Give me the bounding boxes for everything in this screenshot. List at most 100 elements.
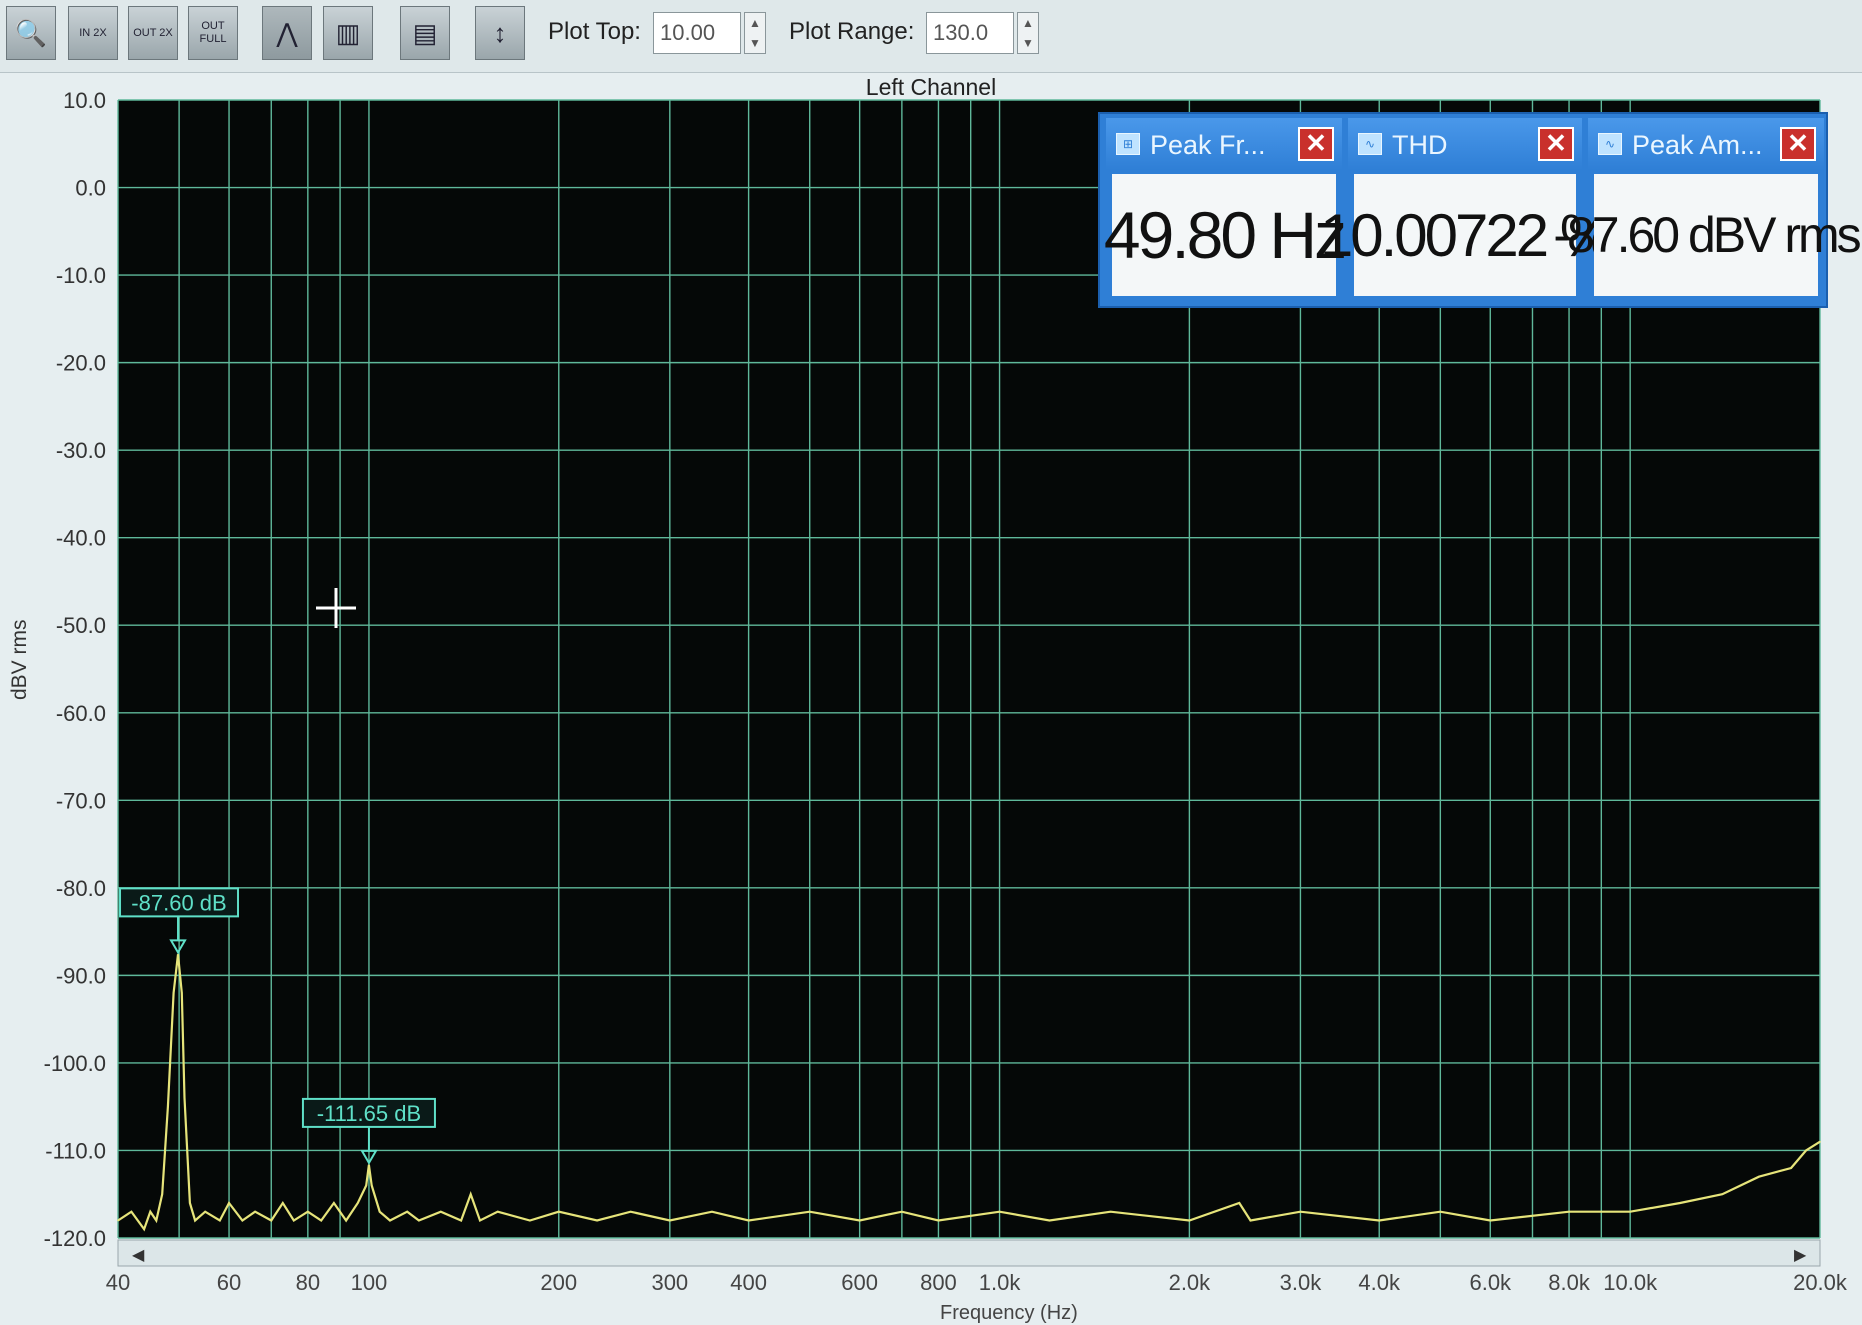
meter-header: ∿ Peak Am... ✕ [1588,118,1824,170]
x-tick-label: 2.0k [1169,1270,1212,1295]
x-tick-label: 40 [106,1270,130,1295]
trace-point [1805,1149,1807,1152]
y-tick-label: -120.0 [44,1226,106,1251]
trace-point [365,1184,367,1187]
horizontal-scrollbar[interactable] [117,1239,1821,1267]
scroll-left-icon[interactable]: ◀ [132,1247,145,1264]
trace-point [669,1219,671,1222]
meter-icon: ∿ [1598,133,1622,155]
x-tick-label: 8.0k [1548,1270,1591,1295]
trace-point [998,1210,1001,1213]
trace-point [292,1219,295,1222]
x-tick-label: 3.0k [1280,1270,1323,1295]
y-tick-label: 0.0 [75,176,106,201]
trace-point [1048,1219,1051,1222]
trace-point [307,1210,309,1213]
meter-title: THD [1392,130,1448,160]
meter-value: 49.80 Hz [1104,174,1347,296]
trace-point [1758,1175,1760,1178]
meter-icon: ∿ [1358,133,1382,155]
trace-point [149,1210,152,1213]
trace-point [117,1219,119,1222]
peak-label: -87.60 dB [131,890,226,915]
trace-point [167,1105,169,1108]
close-icon[interactable]: ✕ [1538,127,1574,161]
y-tick-label: -50.0 [56,613,106,638]
trace-point [194,1219,196,1222]
meter-header: ∿ THD ✕ [1348,118,1582,170]
y-tick-label: -10.0 [56,263,106,288]
trace-point [378,1210,381,1213]
trace-point [1629,1210,1631,1213]
meter-icon: ⊞ [1116,133,1140,155]
trace-point [161,1193,163,1196]
trace-point [1249,1219,1252,1222]
meter-value: -87.60 dBV rms [1553,174,1862,296]
trace-point [1489,1219,1492,1222]
trace-point [418,1219,420,1222]
x-tick-label: 400 [730,1270,767,1295]
trace-point [1721,1193,1724,1196]
meter-peak-amplitude[interactable]: ∿ Peak Am... ✕ -87.60 dBV rms [1553,118,1862,304]
y-tick-label: 10.0 [63,88,106,113]
x-tick-label: 80 [296,1270,320,1295]
trace-point [496,1210,499,1213]
y-tick-label: -40.0 [56,526,106,551]
trace-point [1188,1219,1191,1222]
trace-point [629,1210,632,1213]
measurement-panel: ⊞ Peak Fr... ✕ 49.80 Hz ∿ THD ✕ 10.00722… [1098,112,1862,308]
peak-label: -111.65 dB [317,1101,421,1126]
trace-point [189,1202,191,1204]
trace-point [130,1210,133,1213]
x-tick-label: 300 [651,1270,688,1295]
trace-point [1679,1202,1681,1204]
trace-point [183,1097,186,1099]
scroll-right-icon[interactable]: ▶ [1794,1247,1807,1264]
trace-point [228,1202,230,1204]
meter-peak-frequency[interactable]: ⊞ Peak Fr... ✕ 49.80 Hz [1104,118,1347,304]
meter-value: 10.00722 % [1320,174,1613,296]
trace-point [808,1210,811,1213]
x-tick-label: 60 [217,1270,241,1295]
x-tick-label: 6.0k [1469,1270,1512,1295]
y-tick-label: -110.0 [45,1138,106,1163]
trace-point [181,992,183,994]
y-tick-label: -60.0 [56,701,106,726]
y-tick-label: -80.0 [56,876,106,901]
x-tick-label: 20.0k [1793,1270,1848,1295]
x-tick-label: 10.0k [1603,1270,1658,1295]
y-axis-label: dBV rms [8,619,31,700]
trace-point [469,1193,472,1196]
trace-point [356,1202,359,1204]
trace-point [937,1219,940,1222]
trace-point [406,1210,409,1213]
trace-point [1238,1202,1241,1204]
trace-point [1439,1210,1442,1213]
trace-point [281,1202,284,1204]
x-tick-label: 800 [920,1270,957,1295]
trace-point [270,1219,273,1222]
x-tick-label: 200 [540,1270,577,1295]
trace-point [901,1210,903,1213]
trace-point [1109,1210,1112,1213]
x-tick-label: 100 [351,1270,388,1295]
trace-point [1790,1167,1792,1169]
trace-point [370,1184,373,1187]
close-icon[interactable]: ✕ [1298,127,1334,161]
y-tick-label: -30.0 [56,438,106,463]
close-icon[interactable]: ✕ [1780,127,1816,161]
y-tick-label: -20.0 [56,351,106,376]
meter-thd[interactable]: ∿ THD ✕ 10.00722 % [1320,118,1613,304]
meter-title: Peak Am... [1632,130,1763,160]
trace-point [439,1210,442,1213]
trace-point [557,1210,560,1213]
trace-point [1378,1219,1381,1222]
trace-point [596,1219,598,1222]
trace-point [1819,1140,1821,1143]
trace-point [529,1219,531,1222]
trace-point [747,1219,750,1222]
trace-point [711,1210,713,1213]
trace-point [1299,1210,1302,1213]
x-tick-label: 1.0k [979,1270,1022,1295]
trace-point [172,992,175,994]
